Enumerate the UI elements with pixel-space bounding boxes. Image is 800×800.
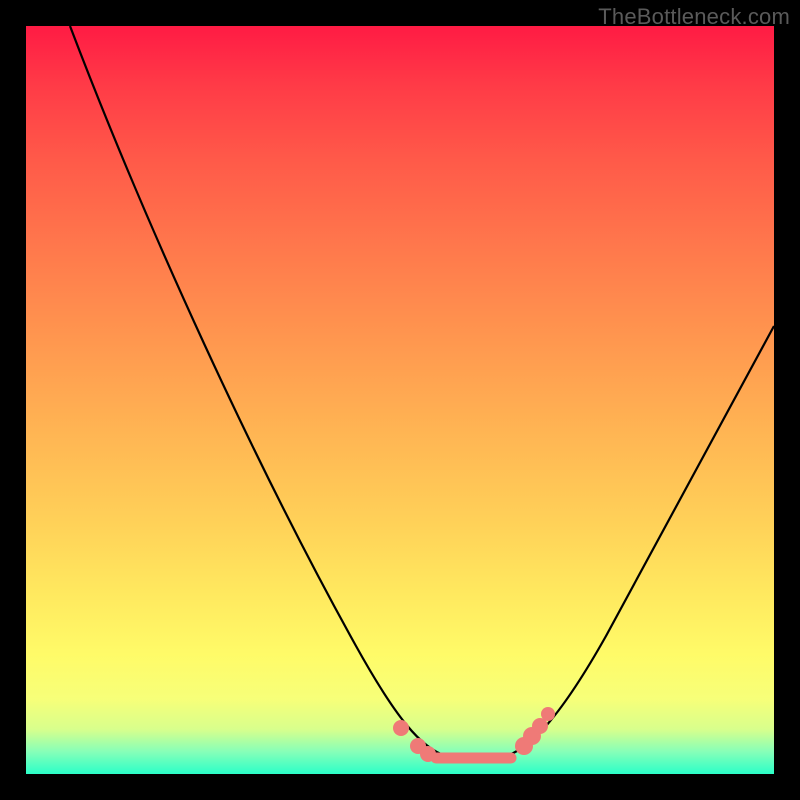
marker-dot — [541, 707, 555, 721]
chart-plot-area — [26, 26, 774, 774]
bottleneck-curve — [26, 26, 774, 774]
watermark-text: TheBottleneck.com — [598, 4, 790, 30]
curve-path — [70, 26, 774, 756]
marker-dot — [420, 746, 436, 762]
marker-dot — [393, 720, 409, 736]
